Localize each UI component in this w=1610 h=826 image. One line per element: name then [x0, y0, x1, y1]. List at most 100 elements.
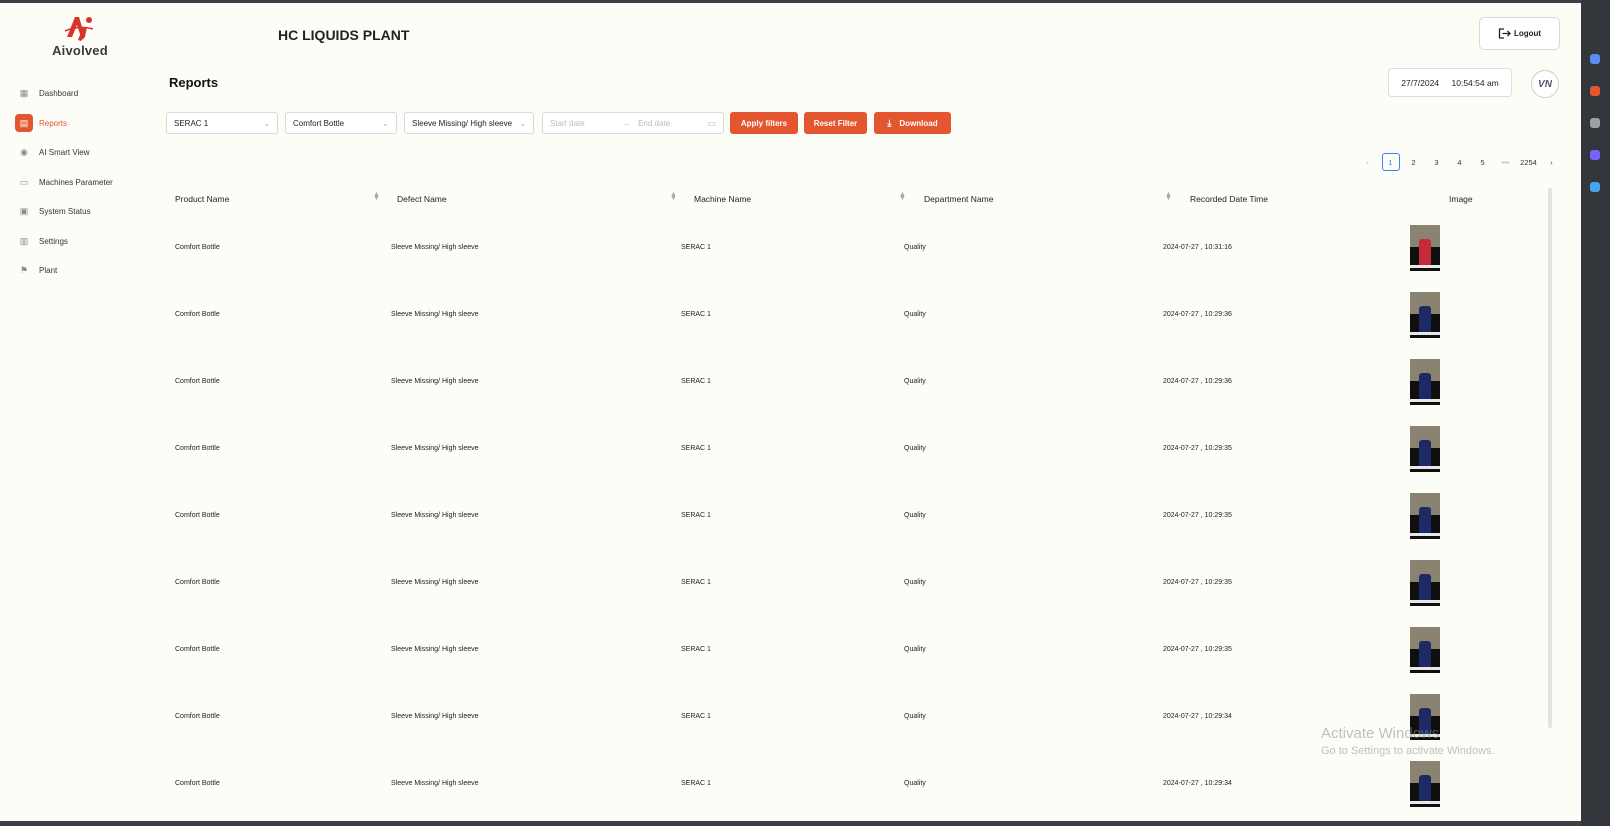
defect-image-thumbnail[interactable] — [1410, 626, 1440, 673]
recorded-cell: 2024-07-27 , 10:29:36 — [1163, 378, 1232, 385]
column-header-machine[interactable]: Machine Name — [694, 194, 751, 204]
defect-image-thumbnail[interactable] — [1410, 492, 1440, 539]
column-header-defect[interactable]: Defect Name — [397, 194, 447, 204]
apply-filters-button[interactable]: Apply filters — [730, 112, 798, 134]
chevron-down-icon: ⌄ — [382, 118, 389, 128]
product-cell: Comfort Bottle — [175, 579, 220, 586]
table-header: Product Name ▲ ▼ Defect Name ▲ ▼ Machine N… — [166, 186, 1546, 214]
sidebar-item-label: Settings — [39, 236, 68, 246]
extension-icon[interactable] — [1590, 118, 1600, 128]
image-cell — [1410, 348, 1440, 415]
flag-icon: ⚑ — [19, 265, 29, 276]
sidebar-item-ai-smart-view[interactable]: ◉ AI Smart View — [15, 138, 140, 168]
defect-select-value: Sleeve Missing/ High sleeve — [412, 118, 513, 128]
sidebar-item-label: Machines Parameter — [39, 177, 113, 187]
defect-cell: Sleeve Missing/ High sleeve — [391, 244, 479, 251]
dashboard-icon: ▦ — [19, 88, 29, 99]
product-select[interactable]: Comfort Bottle ⌄ — [285, 112, 397, 134]
column-header-recorded[interactable]: Recorded Date Time — [1190, 194, 1268, 204]
defect-cell: Sleeve Missing/ High sleeve — [391, 378, 479, 385]
current-time: 10:54:54 am — [1451, 77, 1499, 88]
sidebar-item-label: Dashboard — [39, 89, 79, 99]
department-cell: Quality — [904, 512, 926, 519]
image-cell — [1410, 415, 1440, 482]
sidebar-item-plant[interactable]: ⚑ Plant — [15, 256, 140, 286]
extension-icon[interactable] — [1590, 54, 1600, 64]
start-date-input[interactable]: Start date — [550, 119, 585, 128]
page-2[interactable]: 2 — [1405, 153, 1423, 171]
table-row[interactable]: Comfort Bottle Sleeve Missing/ High sleev… — [166, 415, 1546, 482]
column-header-image: Image — [1449, 194, 1473, 204]
pagination: ‹ 1 2 3 4 5 ••• 2254 › — [1356, 153, 1563, 171]
recorded-cell: 2024-07-27 , 10:29:35 — [1163, 445, 1232, 452]
next-page-icon[interactable]: › — [1543, 153, 1561, 171]
table-row[interactable]: Comfort Bottle Sleeve Missing/ High sleev… — [166, 549, 1546, 616]
download-label: Download — [899, 118, 938, 128]
image-cell — [1410, 214, 1440, 281]
table-scrollbar[interactable] — [1548, 188, 1552, 728]
extension-icon[interactable] — [1590, 182, 1600, 192]
product-cell: Comfort Bottle — [175, 445, 220, 452]
sidebar-item-dashboard[interactable]: ▦ Dashboard — [15, 79, 140, 109]
defect-image-thumbnail[interactable] — [1410, 291, 1440, 338]
prev-page-icon[interactable]: ‹ — [1359, 153, 1377, 171]
table-row[interactable]: Comfort Bottle Sleeve Missing/ High sleev… — [166, 214, 1546, 281]
extension-icon[interactable] — [1590, 86, 1600, 96]
table-row[interactable]: Comfort Bottle Sleeve Missing/ High sleev… — [166, 616, 1546, 683]
defect-image-thumbnail[interactable] — [1410, 559, 1440, 606]
page-3[interactable]: 3 — [1428, 153, 1446, 171]
plant-title: HC LIQUIDS PLANT — [278, 27, 410, 43]
defect-image-thumbnail[interactable] — [1410, 358, 1440, 405]
column-header-department[interactable]: Department Name — [924, 194, 993, 204]
date-range-picker[interactable]: Start date → End date ▭ — [542, 112, 724, 134]
sidebar-item-system-status[interactable]: ▣ System Status — [15, 197, 140, 227]
page-4[interactable]: 4 — [1451, 153, 1469, 171]
pagination-ellipsis[interactable]: ••• — [1497, 153, 1515, 171]
page-1[interactable]: 1 — [1381, 153, 1400, 171]
defect-image-thumbnail[interactable] — [1410, 224, 1440, 271]
department-cell: Quality — [904, 579, 926, 586]
defect-image-thumbnail[interactable] — [1410, 760, 1440, 807]
sort-icon[interactable]: ▲ ▼ — [670, 191, 677, 202]
table-row[interactable]: Comfort Bottle Sleeve Missing/ High sleev… — [166, 348, 1546, 415]
sort-icon[interactable]: ▲ ▼ — [1165, 191, 1172, 202]
download-button[interactable]: ⤓ Download — [874, 112, 951, 134]
defect-select[interactable]: Sleeve Missing/ High sleeve ⌄ — [404, 112, 534, 134]
monitor-icon: ▣ — [19, 206, 29, 217]
column-header-product[interactable]: Product Name — [175, 194, 229, 204]
sort-icon[interactable]: ▲ ▼ — [899, 191, 906, 202]
defect-cell: Sleeve Missing/ High sleeve — [391, 713, 479, 720]
logout-button[interactable]: Logout — [1479, 17, 1560, 50]
product-cell: Comfort Bottle — [175, 378, 220, 385]
defect-image-thumbnail[interactable] — [1410, 425, 1440, 472]
machine-cell: SERAC 1 — [681, 378, 711, 385]
table-row[interactable]: Comfort Bottle Sleeve Missing/ High sleev… — [166, 482, 1546, 549]
sidebar-item-reports[interactable]: ▤ Reports — [15, 109, 140, 139]
date-time-display: 27/7/2024 10:54:54 am — [1388, 68, 1512, 97]
page-last[interactable]: 2254 — [1520, 153, 1538, 171]
reset-filter-button[interactable]: Reset Filter — [804, 112, 867, 134]
sort-icon[interactable]: ▲ ▼ — [373, 191, 380, 202]
extension-icon[interactable] — [1590, 150, 1600, 160]
department-cell: Quality — [904, 378, 926, 385]
machine-cell: SERAC 1 — [681, 579, 711, 586]
image-cell — [1410, 482, 1440, 549]
sidebar-item-machines-parameter[interactable]: ▭ Machines Parameter — [15, 168, 140, 198]
table-row[interactable]: Comfort Bottle Sleeve Missing/ High sleev… — [166, 750, 1546, 817]
table-row[interactable]: Comfort Bottle Sleeve Missing/ High sleev… — [166, 281, 1546, 348]
defect-cell: Sleeve Missing/ High sleeve — [391, 512, 479, 519]
sidebar-item-settings[interactable]: ▥ Settings — [15, 227, 140, 257]
end-date-input[interactable]: End date — [638, 119, 670, 128]
page-5[interactable]: 5 — [1474, 153, 1492, 171]
machine-select[interactable]: SERAC 1 ⌄ — [166, 112, 278, 134]
image-cell — [1410, 616, 1440, 683]
product-cell: Comfort Bottle — [175, 512, 220, 519]
avatar[interactable]: VN — [1531, 70, 1559, 98]
department-cell: Quality — [904, 780, 926, 787]
defect-cell: Sleeve Missing/ High sleeve — [391, 445, 479, 452]
image-cell — [1410, 549, 1440, 616]
department-cell: Quality — [904, 244, 926, 251]
product-cell: Comfort Bottle — [175, 244, 220, 251]
brand-logo[interactable]: Aivolved — [40, 13, 120, 58]
eye-icon: ◉ — [20, 147, 28, 158]
